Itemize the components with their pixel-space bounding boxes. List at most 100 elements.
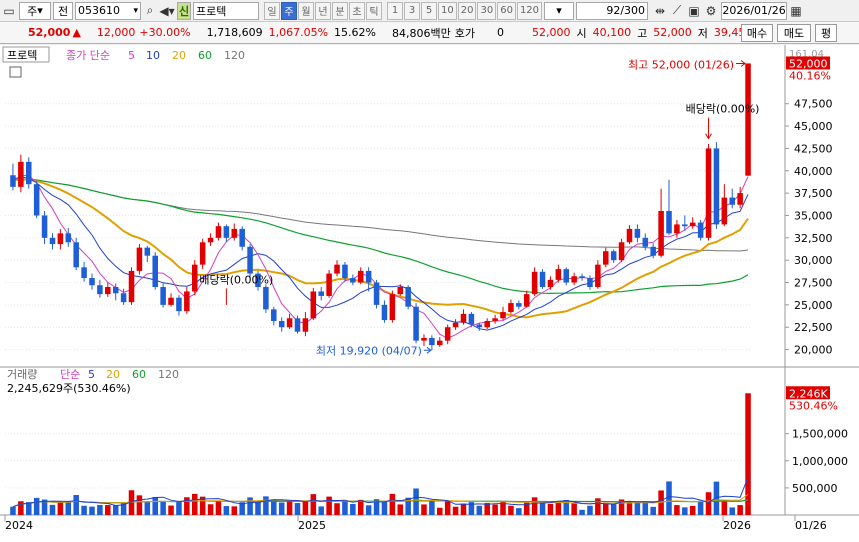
- volume-tick-label: 1,500,000: [792, 428, 848, 441]
- date-field[interactable]: 2026/01/26: [721, 1, 788, 20]
- toolbar: ▭ 주 ▾ 전 053610 ▾ ⌕ ◀▾ 신 프로텍 일주월년분초틱 1 3 5 10…: [0, 0, 859, 22]
- bar-count-field[interactable]: 92/300: [576, 1, 649, 20]
- period-tab[interactable]: 틱: [366, 1, 382, 20]
- arrow-sync-icon[interactable]: ⇹: [652, 2, 668, 20]
- volume-bar: [666, 481, 672, 515]
- candle-body: [547, 279, 554, 287]
- period-tab[interactable]: 분: [332, 1, 348, 20]
- new-badge: 신: [177, 1, 191, 20]
- open-price: 40,100: [592, 26, 632, 39]
- volume-bar: [555, 501, 562, 515]
- ma-label: 종가 단순: [66, 49, 110, 62]
- eval-button[interactable]: 평: [815, 24, 837, 42]
- volume-bar: [191, 493, 198, 515]
- volume-bar: [729, 507, 736, 515]
- candle-body: [468, 313, 475, 325]
- volume-ma-period-120: 120: [158, 368, 179, 381]
- candle-body: [713, 148, 720, 225]
- candle-body: [523, 294, 530, 307]
- speaker-icon[interactable]: ◀▾: [159, 2, 175, 20]
- volume-bar: [421, 504, 427, 515]
- volume-bar: [705, 492, 712, 515]
- candle-body: [500, 312, 506, 319]
- candle-body: [128, 270, 135, 303]
- search-icon[interactable]: ⌕: [142, 2, 158, 20]
- interval-button[interactable]: 20: [457, 1, 477, 20]
- volume-bar: [650, 506, 656, 515]
- interval-button[interactable]: 10: [438, 1, 457, 20]
- volume-bar: [342, 500, 348, 515]
- stock-name-field[interactable]: 프로텍: [193, 1, 259, 20]
- volume-info: 2,245,629주(530.46%): [7, 382, 131, 395]
- candle-body: [555, 269, 562, 280]
- interval-button[interactable]: 1: [387, 1, 403, 20]
- gear-icon[interactable]: ⚙: [703, 2, 719, 20]
- calendar-icon[interactable]: ▦: [788, 2, 804, 20]
- volume-bar: [682, 507, 688, 515]
- candle-body: [350, 278, 356, 283]
- stock-code: 053610: [78, 4, 120, 17]
- price-tick-label: 30,000: [794, 254, 833, 267]
- interval-button[interactable]: 3: [404, 1, 420, 20]
- period-tab[interactable]: 월: [298, 1, 314, 20]
- chart-settings-icon[interactable]: ⟋: [669, 2, 685, 20]
- candle-body: [689, 222, 696, 227]
- current-price: 52,000: [28, 26, 71, 39]
- volume-bar: [105, 505, 111, 515]
- volume-bar: [18, 501, 24, 515]
- candle-body: [286, 318, 293, 328]
- candle-body: [334, 264, 340, 274]
- interval-button[interactable]: 5: [421, 1, 437, 20]
- chart-canvas[interactable]: 프로텍 종가 단순 5 10 20 60 120 47,500 45,000 42,500 40,0…: [0, 45, 859, 542]
- bar-count: 92: [606, 4, 621, 17]
- candle-body: [294, 318, 301, 332]
- volume-bar: [318, 506, 324, 515]
- volume-bar: [587, 505, 593, 515]
- candle-body: [413, 306, 419, 341]
- candle-body: [231, 228, 238, 238]
- volume-bar: [571, 502, 577, 515]
- buy-button[interactable]: 매수: [741, 24, 773, 42]
- volume-ma-period-20: 20: [106, 368, 120, 381]
- period-tab[interactable]: 일: [264, 1, 280, 20]
- candle-body: [381, 304, 388, 321]
- period-tab[interactable]: 년: [315, 1, 331, 20]
- volume-bar: [365, 505, 372, 515]
- candle-body: [112, 287, 119, 294]
- stock-code-input[interactable]: 053610 ▾: [75, 1, 141, 20]
- sell-button[interactable]: 매도: [777, 24, 811, 42]
- price-tick-label: 37,500: [794, 187, 833, 200]
- volume-bar: [294, 503, 301, 515]
- mode-button[interactable]: 전: [53, 1, 73, 20]
- candle-body: [626, 228, 633, 243]
- candle-body: [579, 276, 585, 279]
- price-tick-label: 35,000: [794, 209, 833, 222]
- period-tab[interactable]: 주: [281, 1, 297, 20]
- period-tabs: 일주월년분초틱: [263, 1, 382, 20]
- save-icon[interactable]: ▣: [686, 2, 702, 20]
- volume-bar: [231, 506, 238, 515]
- x-axis-label: 2026: [723, 519, 751, 532]
- candle-body: [516, 303, 522, 307]
- interval-button[interactable]: 30: [477, 1, 497, 20]
- interval-button[interactable]: 120: [516, 1, 543, 20]
- interval-dropdown[interactable]: ▾: [544, 1, 575, 20]
- candle-body: [365, 270, 372, 283]
- candle-body: [263, 287, 269, 310]
- low-annotation: 최저 19,920 (04/07): [316, 344, 422, 357]
- volume-bar: [263, 496, 269, 515]
- candle-body: [650, 246, 656, 256]
- candle-body: [199, 242, 206, 265]
- candle-body: [737, 193, 743, 205]
- market-select[interactable]: 주 ▾: [19, 1, 51, 20]
- chart-area[interactable]: 프로텍 종가 단순 5 10 20 60 120 47,500 45,000 42,500 40,0…: [0, 45, 859, 542]
- period-tab[interactable]: 초: [349, 1, 365, 20]
- candle-body: [484, 320, 490, 328]
- volume-bar: [112, 504, 119, 515]
- candle-body: [176, 297, 182, 312]
- window-icon[interactable]: ▭: [1, 2, 17, 20]
- candle-body: [476, 324, 483, 328]
- volume-bar: [697, 500, 704, 515]
- volume-bar: [579, 509, 585, 515]
- interval-button[interactable]: 60: [497, 1, 516, 20]
